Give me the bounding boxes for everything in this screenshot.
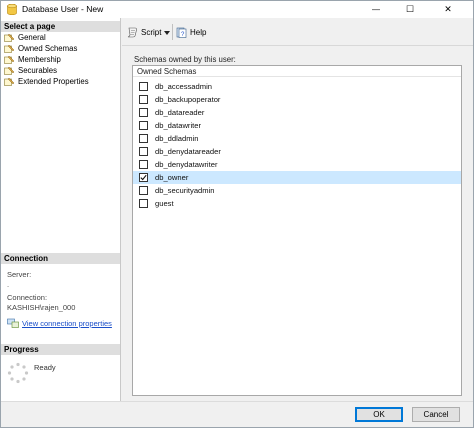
window-title: Database User - New bbox=[22, 4, 104, 14]
schema-row[interactable]: db_backupoperator bbox=[133, 93, 461, 106]
close-icon: ✕ bbox=[444, 4, 452, 14]
page-item-securables[interactable]: Securables bbox=[1, 65, 120, 76]
wrench-page-icon bbox=[4, 77, 15, 86]
maximize-button[interactable]: ☐ bbox=[393, 1, 427, 18]
view-connection-properties-link[interactable]: View connection properties bbox=[7, 318, 112, 328]
schema-row[interactable]: guest bbox=[133, 197, 461, 210]
page-item-extended-properties[interactable]: Extended Properties bbox=[1, 76, 120, 87]
page-list: General Owned Schemas Membership Securab… bbox=[1, 32, 120, 87]
schema-checkbox[interactable] bbox=[139, 108, 148, 117]
schema-name: db_datareader bbox=[155, 108, 205, 117]
wrench-page-icon bbox=[4, 55, 15, 64]
page-item-label: Membership bbox=[18, 55, 61, 64]
help-label: Help bbox=[190, 27, 207, 37]
view-connection-properties-label: View connection properties bbox=[22, 318, 112, 328]
dialog-button-bar: OK Cancel bbox=[1, 401, 473, 427]
schema-checkbox[interactable] bbox=[139, 160, 148, 169]
schema-checkbox[interactable] bbox=[139, 173, 148, 182]
select-page-header: Select a page bbox=[1, 21, 120, 32]
connection-label: Connection: bbox=[7, 293, 48, 302]
close-button[interactable]: ✕ bbox=[431, 1, 465, 18]
schema-checkbox[interactable] bbox=[139, 121, 148, 130]
schema-row[interactable]: db_datareader bbox=[133, 106, 461, 119]
schema-rows: db_accessadmin db_backupoperator db_datare… bbox=[133, 80, 461, 210]
database-user-window: Database User - New — ☐ ✕ Select a page … bbox=[0, 0, 474, 428]
help-icon: ? bbox=[176, 27, 187, 38]
schema-name: guest bbox=[155, 199, 174, 208]
schema-checkbox[interactable] bbox=[139, 134, 148, 143]
page-item-membership[interactable]: Membership bbox=[1, 54, 120, 65]
script-label: Script bbox=[141, 27, 162, 37]
wrench-page-icon bbox=[4, 44, 15, 53]
server-value: . bbox=[7, 280, 10, 289]
schema-name: db_owner bbox=[155, 173, 189, 182]
schema-name: db_ddladmin bbox=[155, 134, 199, 143]
wrench-page-icon bbox=[4, 33, 15, 42]
schema-row[interactable]: db_datawriter bbox=[133, 119, 461, 132]
page-item-general[interactable]: General bbox=[1, 32, 120, 43]
owned-schemas-column-header: Owned Schemas bbox=[133, 66, 461, 77]
schema-checkbox[interactable] bbox=[139, 95, 148, 104]
checkmark-icon bbox=[140, 174, 147, 181]
schema-row[interactable]: db_denydatareader bbox=[133, 145, 461, 158]
schema-row[interactable]: db_ddladmin bbox=[133, 132, 461, 145]
schema-checkbox[interactable] bbox=[139, 82, 148, 91]
toolbar-separator bbox=[172, 24, 173, 40]
cancel-button[interactable]: Cancel bbox=[412, 407, 460, 422]
ok-button[interactable]: OK bbox=[355, 407, 403, 422]
server-label: Server: bbox=[7, 270, 32, 279]
progress-spinner-icon bbox=[7, 362, 29, 384]
connection-header: Connection bbox=[1, 253, 120, 264]
schema-name: db_backupoperator bbox=[155, 95, 221, 104]
connection-properties-icon bbox=[7, 318, 19, 328]
progress-header: Progress bbox=[1, 344, 120, 355]
title-bar: Database User - New — ☐ ✕ bbox=[1, 1, 473, 18]
page-item-owned-schemas[interactable]: Owned Schemas bbox=[1, 43, 120, 54]
schema-checkbox[interactable] bbox=[139, 186, 148, 195]
page-item-label: Owned Schemas bbox=[18, 44, 78, 53]
schema-name: db_denydatareader bbox=[155, 147, 221, 156]
schemas-owned-label: Schemas owned by this user: bbox=[134, 55, 236, 64]
schema-checkbox[interactable] bbox=[139, 147, 148, 156]
script-button[interactable]: Script bbox=[127, 26, 161, 38]
schema-row[interactable]: db_accessadmin bbox=[133, 80, 461, 93]
minimize-button[interactable]: — bbox=[359, 1, 393, 18]
main-content: Schemas owned by this user: Owned Schema… bbox=[122, 46, 473, 401]
maximize-icon: ☐ bbox=[405, 4, 415, 14]
database-icon bbox=[7, 4, 17, 15]
minimize-icon: — bbox=[372, 5, 380, 14]
schema-name: db_securityadmin bbox=[155, 186, 215, 195]
page-item-label: General bbox=[18, 33, 46, 42]
toolbar: Script ? Help bbox=[122, 18, 473, 46]
left-panel: Select a page General Owned Schemas Memb… bbox=[1, 18, 121, 401]
schema-row[interactable]: db_denydatawriter bbox=[133, 158, 461, 171]
schema-row[interactable]: db_owner bbox=[133, 171, 461, 184]
schema-row[interactable]: db_securityadmin bbox=[133, 184, 461, 197]
connection-value: KASHISH\rajen_000 bbox=[7, 303, 76, 312]
script-icon bbox=[127, 27, 137, 37]
page-item-label: Securables bbox=[18, 66, 58, 75]
page-item-label: Extended Properties bbox=[18, 77, 89, 86]
wrench-page-icon bbox=[4, 66, 15, 75]
owned-schemas-list[interactable]: Owned Schemas db_accessadmin db_backupope… bbox=[132, 65, 462, 396]
progress-status: Ready bbox=[34, 363, 56, 372]
schema-name: db_datawriter bbox=[155, 121, 202, 130]
schema-name: db_accessadmin bbox=[155, 82, 212, 91]
script-dropdown-icon[interactable] bbox=[164, 27, 170, 39]
schema-name: db_denydatawriter bbox=[155, 160, 218, 169]
help-button[interactable]: ? Help bbox=[176, 26, 206, 38]
schema-checkbox[interactable] bbox=[139, 199, 148, 208]
